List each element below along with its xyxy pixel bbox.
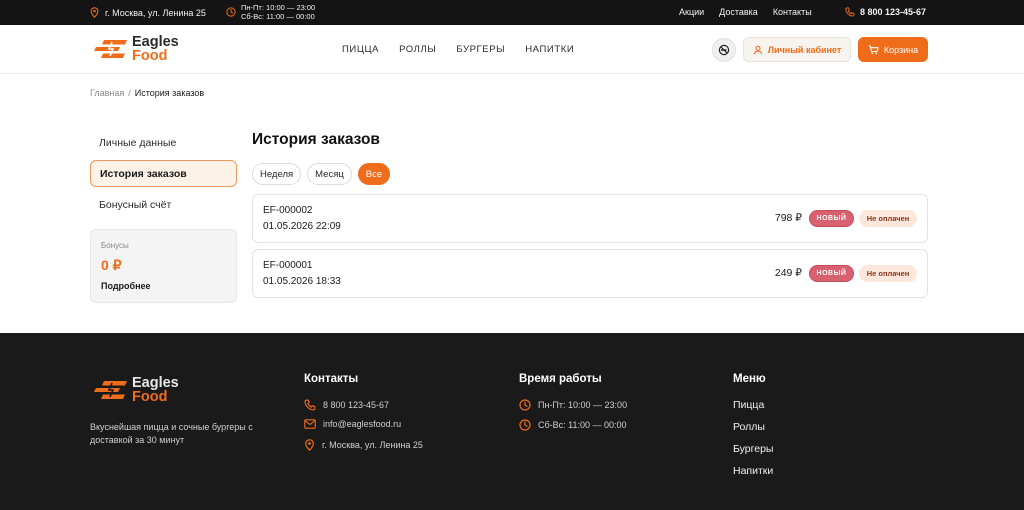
filter-week[interactable]: Неделя	[252, 163, 302, 185]
top-bar: г. Москва, ул. Ленина 25 Пн-Пт: 10:00 — …	[0, 0, 1024, 25]
phone-icon	[304, 399, 316, 411]
bonus-label: Бонусы	[101, 241, 129, 250]
topbar-hours-weekend: Сб-Вс: 11:00 — 00:00	[241, 12, 315, 21]
footer-email[interactable]: info@eaglesfood.ru	[304, 419, 401, 429]
footer-menu-pizza[interactable]: Пицца	[733, 399, 764, 411]
footer-hours-title: Время работы	[519, 373, 602, 385]
site-footer: Eagles Food Вкуснейшая пицца и сочные бу…	[0, 333, 1024, 510]
site-logo[interactable]: Eagles Food	[94, 35, 179, 63]
footer-email-text: info@eaglesfood.ru	[323, 419, 402, 429]
footer-description: Вкуснейшая пицца и сочные бургеры с дост…	[90, 422, 253, 445]
phone-icon	[845, 7, 855, 17]
order-number: EF-000001	[263, 260, 313, 271]
sidebar-item-label: Личные данные	[99, 136, 177, 149]
location-icon	[90, 7, 99, 18]
topbar-phone[interactable]: 8 800 123-45-67	[845, 7, 926, 17]
breadcrumb-current: История заказов	[134, 88, 205, 98]
main-nav: ПИЦЦА РОЛЛЫ БУРГЕРЫ НАПИТКИ	[342, 44, 574, 55]
topbar-link-promos[interactable]: Акции	[679, 7, 704, 17]
cart-button-label: Корзина	[883, 44, 919, 55]
logo-text-food: Food	[132, 48, 168, 64]
footer-hours-weekdays: Пн-Пт: 10:00 — 23:00	[519, 399, 627, 411]
topbar-links: Акции Доставка Контакты	[679, 7, 812, 17]
topbar-phone-number: 8 800 123-45-67	[860, 7, 927, 17]
topbar-link-contacts[interactable]: Контакты	[773, 7, 812, 17]
topbar-hours-weekdays: Пн-Пт: 10:00 — 23:00	[241, 3, 316, 12]
order-date: 01.05.2026 18:33	[263, 276, 341, 287]
footer-menu-drinks[interactable]: Напитки	[733, 465, 773, 477]
sidebar-item-order-history[interactable]: История заказов	[90, 160, 237, 187]
topbar-hours: Пн-Пт: 10:00 — 23:00 Сб-Вс: 11:00 — 00:0…	[226, 3, 315, 21]
order-status-badge: НОВЫЙ	[809, 210, 854, 227]
topbar-address: г. Москва, ул. Ленина 25	[90, 7, 206, 18]
logo-text-eagles: Eagles	[132, 34, 179, 50]
footer-phone-text: 8 800 123-45-67	[323, 400, 390, 410]
footer-address-text: г. Москва, ул. Ленина 25	[322, 440, 423, 450]
order-number: EF-000002	[263, 205, 313, 216]
footer-hours-weekend: Сб-Вс: 11:00 — 00:00	[519, 419, 627, 431]
nav-item-rolls[interactable]: РОЛЛЫ	[399, 44, 436, 55]
sidebar-item-personal-data[interactable]: Личные данные	[90, 129, 237, 156]
bonus-more-link[interactable]: Подробнее	[101, 281, 151, 291]
order-row[interactable]: EF-000001 01.05.2026 18:33 249 ₽ НОВЫЙ Н…	[252, 249, 928, 298]
footer-hours-weekdays-text: Пн-Пт: 10:00 — 23:00	[538, 400, 628, 410]
footer-logo[interactable]: Eagles Food	[94, 376, 179, 404]
period-filters: Неделя Месяц Все	[252, 163, 391, 185]
breadcrumb-separator: /	[128, 88, 131, 98]
topbar-address-text: г. Москва, ул. Ленина 25	[105, 7, 206, 18]
topbar-link-delivery[interactable]: Доставка	[719, 7, 758, 17]
bonus-value: 0 ₽	[101, 257, 122, 273]
account-button[interactable]: Личный кабинет	[743, 37, 851, 62]
payment-status-badge: Не оплачен	[859, 265, 917, 282]
logo-icon	[94, 37, 128, 61]
footer-address: г. Москва, ул. Ленина 25	[304, 439, 423, 451]
sidebar-item-label: Бонусный счёт	[99, 198, 172, 211]
breadcrumb-home[interactable]: Главная	[90, 88, 124, 98]
filter-month[interactable]: Месяц	[307, 163, 352, 185]
filter-all[interactable]: Все	[357, 163, 391, 185]
order-row[interactable]: EF-000002 01.05.2026 22:09 798 ₽ НОВЫЙ Н…	[252, 194, 928, 243]
page-title: История заказов	[252, 131, 380, 148]
footer-menu-title: Меню	[733, 373, 766, 385]
nav-item-pizza[interactable]: ПИЦЦА	[342, 44, 379, 55]
footer-logo-text-food: Food	[132, 389, 168, 405]
user-icon	[753, 45, 763, 55]
footer-logo-text-eagles: Eagles	[132, 375, 179, 391]
order-price: 798 ₽	[774, 212, 802, 224]
nav-item-drinks[interactable]: НАПИТКИ	[525, 44, 574, 55]
site-header: Eagles Food ПИЦЦА РОЛЛЫ БУРГЕРЫ НАПИТКИ …	[0, 25, 1024, 74]
nav-item-burgers[interactable]: БУРГЕРЫ	[456, 44, 505, 55]
cart-icon	[868, 44, 879, 55]
payment-status-badge: Не оплачен	[859, 210, 917, 227]
sidebar-item-bonus-account[interactable]: Бонусный счёт	[90, 191, 237, 218]
no-smoking-icon	[718, 44, 730, 56]
clock-icon	[519, 419, 531, 431]
location-icon	[304, 439, 315, 451]
order-status-badge: НОВЫЙ	[809, 265, 854, 282]
bonus-card: Бонусы 0 ₽ Подробнее	[90, 229, 237, 303]
breadcrumb: Главная / История заказов	[90, 88, 204, 98]
order-price: 249 ₽	[774, 267, 802, 279]
cart-button[interactable]: Корзина	[858, 37, 928, 62]
footer-menu-burgers[interactable]: Бургеры	[733, 443, 773, 455]
logo-icon	[94, 378, 128, 402]
footer-phone[interactable]: 8 800 123-45-67	[304, 399, 389, 411]
no-smoking-button[interactable]	[712, 38, 736, 62]
clock-icon	[519, 399, 531, 411]
footer-hours-weekend-text: Сб-Вс: 11:00 — 00:00	[538, 420, 627, 430]
sidebar-item-label: История заказов	[100, 167, 187, 180]
clock-icon	[226, 7, 236, 17]
account-button-label: Личный кабинет	[767, 44, 842, 55]
footer-menu-rolls[interactable]: Роллы	[733, 421, 765, 433]
mail-icon	[304, 419, 316, 429]
order-date: 01.05.2026 22:09	[263, 221, 341, 232]
footer-contacts-title: Контакты	[304, 373, 359, 385]
